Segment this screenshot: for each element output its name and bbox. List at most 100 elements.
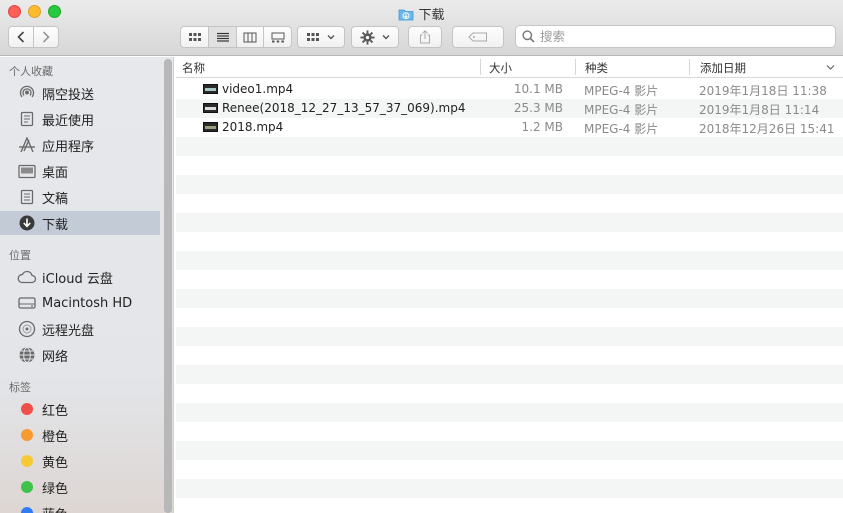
video-thumbnail-icon [203, 84, 218, 94]
sidebar-item-icloud[interactable]: iCloud 云盘 [0, 265, 160, 289]
orange-tag-dot-icon [21, 429, 33, 441]
applications-icon [19, 137, 35, 153]
sidebar-tag-green[interactable]: 绿色 [0, 475, 160, 499]
empty-row [176, 213, 843, 232]
empty-row [176, 460, 843, 479]
file-rows: video1.mp4 10.1 MB MPEG-4 影片 2019年1月18日 11:… [176, 80, 843, 513]
sidebar-item-label: 绿色 [42, 481, 69, 497]
empty-row [176, 308, 843, 327]
file-name: Renee(2018_12_27_13_57_37_069).mp4 [222, 101, 466, 115]
chevron-right-icon [43, 31, 50, 43]
forward-button[interactable] [33, 27, 58, 47]
column-header-size[interactable]: 大小 [489, 60, 512, 76]
list-view-icon [216, 32, 229, 42]
file-date-added: 2019年1月8日 11:14 [699, 103, 820, 117]
chevron-down-icon [382, 35, 389, 40]
sidebar-item-label: 红色 [42, 403, 69, 419]
icloud-icon [17, 270, 37, 284]
column-header-kind[interactable]: 种类 [585, 60, 608, 76]
file-kind: MPEG-4 影片 [584, 122, 659, 136]
empty-row [176, 156, 843, 175]
sidebar-item-remote-disc[interactable]: 远程光盘 [0, 317, 160, 341]
empty-row [176, 232, 843, 251]
chevron-down-icon [327, 35, 335, 40]
hard-disk-icon [18, 297, 36, 309]
share-button[interactable] [408, 26, 442, 48]
yellow-tag-dot-icon [21, 455, 33, 467]
empty-row [176, 384, 843, 403]
sidebar-item-airdrop[interactable]: 隔空投送 [0, 81, 160, 105]
column-divider[interactable] [480, 59, 481, 75]
sidebar-scrollbar[interactable] [164, 59, 172, 513]
icon-view-button[interactable] [181, 27, 208, 47]
file-row[interactable]: 2018.mp4 1.2 MB MPEG-4 影片 2018年12月26日 15:41 [176, 118, 843, 137]
documents-icon [20, 189, 34, 205]
sidebar-item-label: 黄色 [42, 455, 69, 471]
airdrop-icon [19, 85, 35, 98]
file-kind: MPEG-4 影片 [584, 84, 659, 98]
column-header-date-added[interactable]: 添加日期 [700, 60, 746, 76]
empty-row [176, 194, 843, 213]
file-kind: MPEG-4 影片 [584, 103, 659, 117]
sidebar-item-label: 远程光盘 [42, 323, 95, 339]
empty-row [176, 175, 843, 194]
sidebar-item-macintosh-hd[interactable]: Macintosh HD [0, 291, 160, 315]
empty-row [176, 441, 843, 460]
favorites-header: 个人收藏 [9, 65, 53, 78]
sidebar-item-label: 最近使用 [42, 113, 95, 129]
file-date-added: 2018年12月26日 15:41 [699, 122, 835, 136]
edit-tags-button[interactable] [452, 26, 504, 48]
action-menu-button[interactable] [351, 26, 399, 48]
back-button[interactable] [9, 27, 33, 47]
group-by-button[interactable] [297, 26, 345, 48]
empty-row [176, 346, 843, 365]
column-divider[interactable] [575, 59, 576, 75]
sidebar-item-recents[interactable]: 最近使用 [0, 107, 160, 131]
file-name: 2018.mp4 [222, 120, 284, 134]
column-view-button[interactable] [235, 27, 264, 47]
search-field[interactable] [515, 25, 836, 48]
empty-row [176, 498, 843, 513]
tag-icon [468, 32, 487, 42]
file-list: 名称 大小 种类 添加日期 video1.mp4 10.1 MB MPEG-4 影片… [176, 57, 843, 513]
file-size: 25.3 MB [513, 101, 563, 115]
icon-view-icon [188, 33, 201, 41]
sidebar-item-label: 应用程序 [42, 139, 95, 155]
sidebar-item-downloads[interactable]: 下载 [0, 211, 160, 235]
locations-header: 位置 [9, 249, 31, 262]
column-divider[interactable] [689, 59, 690, 75]
empty-row [176, 289, 843, 308]
sidebar-item-label: 桌面 [42, 165, 69, 181]
gallery-view-button[interactable] [263, 27, 291, 47]
column-header-name[interactable]: 名称 [182, 60, 205, 76]
sidebar-item-network[interactable]: 网络 [0, 343, 160, 367]
search-icon [522, 30, 535, 43]
sidebar-item-desktop[interactable]: 桌面 [0, 159, 160, 183]
file-row[interactable]: video1.mp4 10.1 MB MPEG-4 影片 2019年1月18日 11:… [176, 80, 843, 99]
sidebar-item-applications[interactable]: 应用程序 [0, 133, 160, 157]
sidebar-tag-blue[interactable]: 蓝色 [0, 501, 160, 513]
empty-row [176, 365, 843, 384]
empty-row [176, 422, 843, 441]
video-thumbnail-icon [203, 103, 218, 113]
search-input[interactable] [540, 29, 820, 44]
empty-row [176, 137, 843, 156]
video-thumbnail-icon [203, 122, 218, 132]
empty-row [176, 251, 843, 270]
navigation-buttons [8, 26, 59, 48]
sidebar-item-documents[interactable]: 文稿 [0, 185, 160, 209]
list-view-button[interactable] [208, 27, 236, 47]
sidebar-item-label: iCloud 云盘 [42, 271, 113, 287]
remote-disc-icon [18, 320, 36, 338]
desktop-icon [18, 164, 36, 178]
gallery-view-icon [271, 32, 285, 42]
file-row[interactable]: Renee(2018_12_27_13_57_37_069).mp4 25.3 M… [176, 99, 843, 118]
empty-row [176, 270, 843, 289]
sidebar-item-label: Macintosh HD [42, 295, 133, 311]
sidebar-tag-orange[interactable]: 橙色 [0, 423, 160, 447]
sidebar-tag-red[interactable]: 红色 [0, 397, 160, 421]
file-date-added: 2019年1月18日 11:38 [699, 84, 827, 98]
downloads-icon [19, 215, 35, 231]
blue-tag-dot-icon [21, 507, 33, 513]
sidebar-tag-yellow[interactable]: 黄色 [0, 449, 160, 473]
